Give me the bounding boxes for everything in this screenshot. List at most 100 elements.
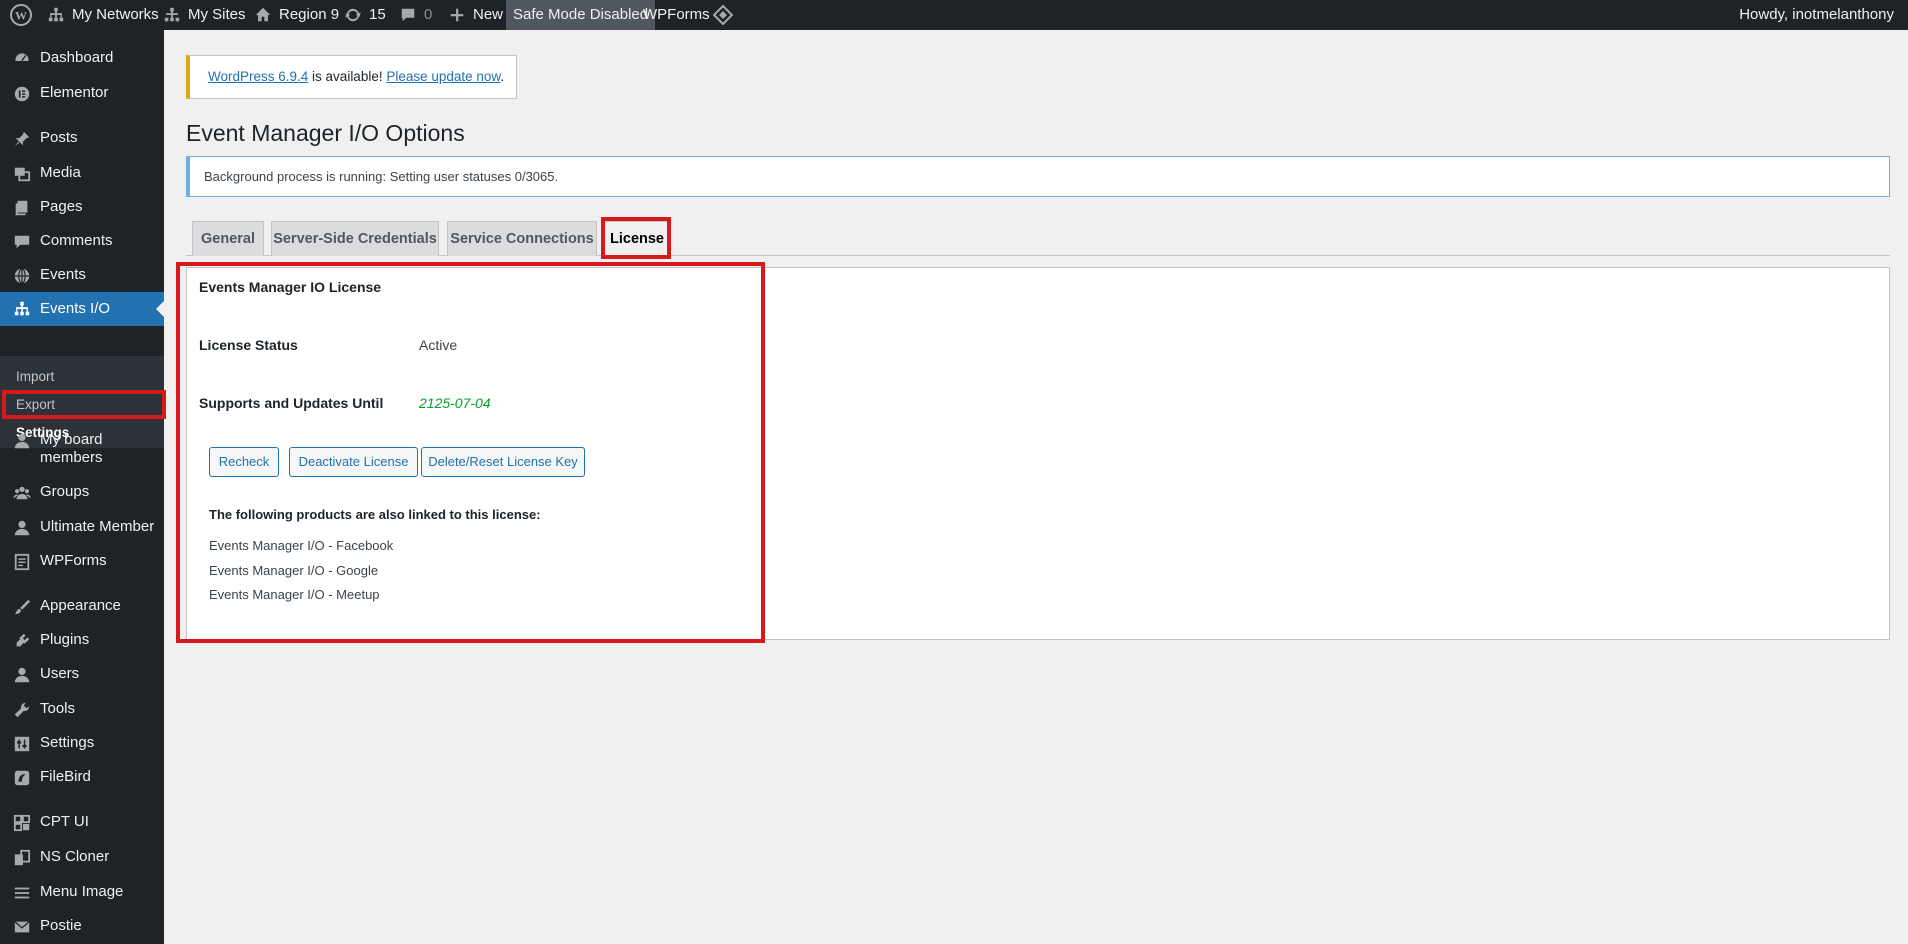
linked-product-item: Events Manager I/O - Google xyxy=(209,563,379,578)
sidebar-item-ultimate-member[interactable]: Ultimate Member xyxy=(0,518,164,538)
sidebar-label: Tools xyxy=(40,700,76,717)
page-title: Event Manager I/O Options xyxy=(186,120,465,146)
sidebar-item-events-io[interactable]: Events I/O xyxy=(0,292,164,326)
site-name-menu[interactable]: Region 9 xyxy=(253,0,339,30)
sites-icon xyxy=(162,5,182,25)
recheck-button[interactable]: Recheck xyxy=(209,447,279,477)
sidebar-item-board-members[interactable]: My board members xyxy=(0,431,164,467)
sidebar-item-users[interactable]: Users xyxy=(0,665,164,685)
license-status-value: Active xyxy=(419,337,458,353)
sidebar-item-ns-cloner[interactable]: NS Cloner xyxy=(0,848,164,868)
linked-products-intro: The following products are also linked t… xyxy=(209,507,541,522)
diamond-plugin-icon[interactable] xyxy=(713,0,733,30)
my-sites-menu[interactable]: My Sites xyxy=(162,0,246,30)
linked-product-item: Events Manager I/O - Meetup xyxy=(209,587,380,602)
sidebar-item-dashboard[interactable]: Dashboard xyxy=(0,49,164,69)
sidebar-label: CPT UI xyxy=(40,813,89,830)
home-icon xyxy=(253,5,273,25)
media-icon xyxy=(12,164,32,184)
my-networks-label: My Networks xyxy=(72,6,159,23)
wordpress-logo-icon[interactable]: W xyxy=(10,0,32,30)
submenu-export[interactable]: Export xyxy=(16,396,55,414)
wordpress-version-link[interactable]: WordPress 6.9.4 xyxy=(208,69,308,84)
sidebar-label: Dashboard xyxy=(40,49,114,66)
my-networks-menu[interactable]: My Networks xyxy=(46,0,159,30)
mail-icon xyxy=(12,917,32,937)
user-icon xyxy=(12,518,32,538)
clone-icon xyxy=(12,848,32,868)
user-icon xyxy=(12,665,32,685)
new-content-menu[interactable]: New xyxy=(447,0,503,30)
safe-mode-button[interactable]: Safe Mode Disabled xyxy=(506,0,656,30)
tab-service-connections[interactable]: Service Connections xyxy=(447,221,597,256)
sidebar-label: Appearance xyxy=(40,597,121,614)
sidebar-label: Plugins xyxy=(40,631,90,648)
sidebar-item-wpforms[interactable]: WPForms xyxy=(0,552,164,572)
license-status-label: License Status xyxy=(199,337,298,353)
linked-product-item: Events Manager I/O - Facebook xyxy=(209,538,394,553)
sidebar-item-comments[interactable]: Comments xyxy=(0,232,164,252)
my-sites-label: My Sites xyxy=(188,6,246,23)
sidebar-item-groups[interactable]: Groups xyxy=(0,483,164,503)
sidebar-item-appearance[interactable]: Appearance xyxy=(0,597,164,617)
comments-count: 0 xyxy=(424,6,433,23)
wpforms-menu[interactable]: WPForms xyxy=(643,0,710,30)
update-notice: WordPress 6.9.4 is available! Please upd… xyxy=(186,55,517,99)
sidebar-label: Groups xyxy=(40,483,90,500)
sidebar-item-tools[interactable]: Tools xyxy=(0,700,164,720)
background-process-text: Background process is running: Setting u… xyxy=(204,169,559,184)
submenu-import[interactable]: Import xyxy=(16,368,54,386)
sidebar-item-media[interactable]: Media xyxy=(0,164,164,184)
sidebar-label: Postie xyxy=(40,917,82,934)
sidebar-item-pages[interactable]: Pages xyxy=(0,198,164,218)
sidebar-label: Elementor xyxy=(40,84,109,101)
menu-icon xyxy=(12,883,32,903)
sidebar-label: Ultimate Member xyxy=(40,518,155,535)
sidebar-item-events[interactable]: Events xyxy=(0,266,164,286)
tab-license[interactable]: License xyxy=(604,221,670,257)
deactivate-license-button[interactable]: Deactivate License xyxy=(289,447,418,477)
tab-general[interactable]: General xyxy=(192,221,264,256)
sidebar-label: Events xyxy=(40,266,86,283)
sidebar-label: Events I/O xyxy=(40,300,111,317)
comment-icon xyxy=(398,5,418,25)
update-now-link[interactable]: Please update now xyxy=(386,69,500,84)
sidebar-item-plugins[interactable]: Plugins xyxy=(0,631,164,651)
grid-icon xyxy=(12,813,32,833)
delete-reset-license-key-button[interactable]: Delete/Reset License Key xyxy=(421,447,585,477)
sidebar-item-posts[interactable]: Posts xyxy=(0,129,164,149)
network-icon xyxy=(46,5,66,25)
sidebar-item-filebird[interactable]: FileBird xyxy=(0,768,164,788)
sidebar-item-settings[interactable]: Settings xyxy=(0,734,164,754)
plus-icon xyxy=(447,5,467,25)
supports-until-value: 2125-07-04 xyxy=(419,395,491,411)
form-icon xyxy=(12,552,32,572)
sidebar-item-cpt-ui[interactable]: CPT UI xyxy=(0,813,164,833)
sidebar-item-elementor[interactable]: Elementor xyxy=(0,84,164,104)
license-heading: Events Manager IO License xyxy=(199,279,382,295)
updates-menu[interactable]: 15 xyxy=(343,0,386,30)
globe-icon xyxy=(12,266,32,286)
wpforms-label: WPForms xyxy=(643,6,710,23)
svg-text:W: W xyxy=(15,9,27,23)
pages-icon xyxy=(12,198,32,218)
sidebar-item-menu-image[interactable]: Menu Image xyxy=(0,883,164,903)
plugin-icon xyxy=(12,631,32,651)
settings-icon xyxy=(12,734,32,754)
site-name-label: Region 9 xyxy=(279,6,340,23)
my-account-menu[interactable]: Howdy, inotmelanthony xyxy=(1739,0,1894,30)
sidebar-label: My board xyxy=(40,431,103,448)
updates-count: 15 xyxy=(369,6,386,23)
sidebar-item-postie[interactable]: Postie xyxy=(0,917,164,937)
sidebar-label: WPForms xyxy=(40,552,107,569)
comments-menu[interactable]: 0 xyxy=(398,0,432,30)
tab-server-side-credentials[interactable]: Server-Side Credentials xyxy=(271,221,439,256)
sidebar-label: NS Cloner xyxy=(40,848,110,865)
safe-mode-label: Safe Mode Disabled xyxy=(513,6,649,23)
sidebar-label: Settings xyxy=(40,734,95,751)
update-notice-text: is available! xyxy=(308,69,387,84)
elementor-icon xyxy=(12,84,32,104)
network-icon xyxy=(12,299,32,319)
sidebar-label: Pages xyxy=(40,198,83,215)
filebird-icon xyxy=(12,768,32,788)
